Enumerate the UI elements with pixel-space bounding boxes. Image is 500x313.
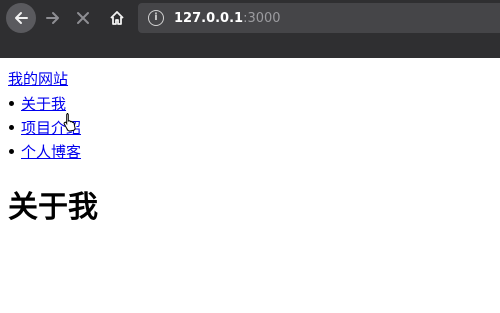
- browser-toolbar: i 127.0.0.1:3000: [0, 0, 500, 58]
- url-text: 127.0.0.1:3000: [174, 11, 281, 26]
- info-icon[interactable]: i: [148, 10, 164, 26]
- stop-button[interactable]: [68, 3, 98, 33]
- bullet: [9, 148, 14, 154]
- url-host: 127.0.0.1: [174, 10, 244, 26]
- page-content: 我的网站 关于我 项目介绍 个人博客 关于我: [0, 58, 500, 313]
- back-arrow-icon: [15, 12, 28, 24]
- bullet: [9, 100, 14, 106]
- hand-cursor-icon: [63, 113, 76, 132]
- site-home-link[interactable]: 我的网站: [8, 68, 68, 89]
- bullet: [9, 124, 14, 130]
- nav-item-blog: 个人博客: [0, 139, 81, 163]
- home-button[interactable]: [102, 3, 132, 33]
- address-bar[interactable]: i 127.0.0.1:3000: [138, 3, 500, 33]
- forward-arrow-icon: [46, 12, 59, 24]
- forward-button[interactable]: [38, 3, 68, 33]
- page-title: 关于我: [8, 190, 98, 225]
- stop-icon: [77, 12, 89, 24]
- nav-link-blog[interactable]: 个人博客: [21, 141, 81, 162]
- url-port: :3000: [243, 10, 281, 26]
- home-icon: [110, 11, 124, 25]
- nav-link-about[interactable]: 关于我: [21, 93, 66, 114]
- back-button[interactable]: [6, 3, 36, 33]
